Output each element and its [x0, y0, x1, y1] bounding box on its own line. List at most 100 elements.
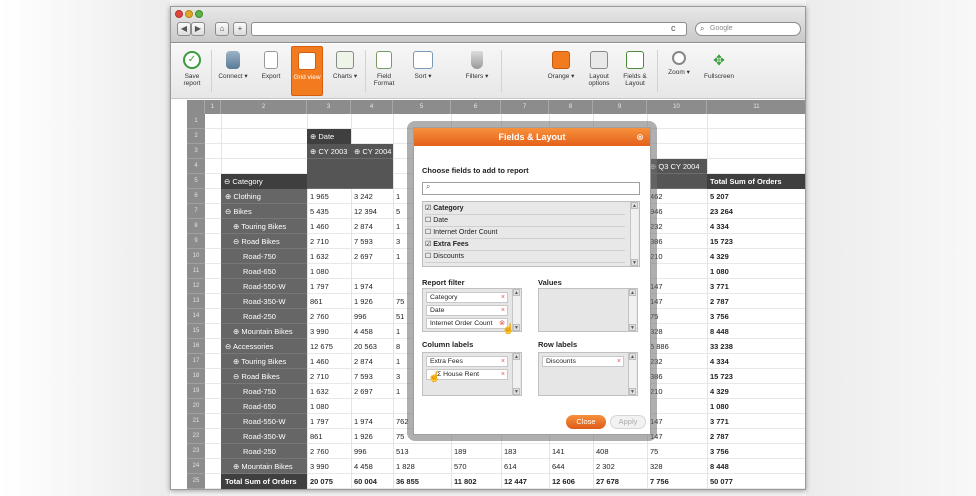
export-button[interactable]: Export: [255, 46, 287, 96]
row-label[interactable]: Road-750: [221, 249, 307, 264]
row-label[interactable]: ⊕ Mountain Bikes: [221, 324, 307, 339]
scrollbar[interactable]: ▲ ▼: [628, 289, 636, 331]
column-header[interactable]: 1: [205, 100, 221, 114]
row-label[interactable]: ⊕ Mountain Bikes: [221, 459, 307, 474]
row-header[interactable]: 5: [187, 174, 205, 189]
scroll-up-icon[interactable]: ▲: [629, 289, 636, 296]
field-item-category[interactable]: ☑ Category: [425, 203, 625, 215]
row-header[interactable]: 18: [187, 369, 205, 384]
scroll-up-icon[interactable]: ▲: [513, 353, 520, 360]
row-header[interactable]: 8: [187, 219, 205, 234]
row-header[interactable]: 21: [187, 414, 205, 429]
row-label[interactable]: ⊕ Clothing: [221, 189, 307, 204]
minimize-window-button[interactable]: [185, 10, 193, 18]
row-header[interactable]: 23: [187, 444, 205, 459]
report-filter-item[interactable]: Category ×: [426, 292, 508, 303]
row-header[interactable]: 16: [187, 339, 205, 354]
row-header[interactable]: 19: [187, 384, 205, 399]
checkbox-category[interactable]: ☑: [425, 205, 431, 212]
field-item-discounts[interactable]: ☐ Discounts: [425, 251, 625, 263]
row-label[interactable]: ⊖ Bikes: [221, 204, 307, 219]
row-header[interactable]: 13: [187, 294, 205, 309]
save-report-button[interactable]: ✓ Save report: [177, 46, 207, 96]
row-label[interactable]: Road-650: [221, 399, 307, 414]
cy2003-header[interactable]: ⊕ CY 2003: [307, 144, 351, 159]
row-label[interactable]: ⊖ Road Bikes: [221, 234, 307, 249]
search-input[interactable]: ⌕ Google: [695, 22, 801, 36]
forward-button[interactable]: ▶: [191, 22, 205, 36]
close-window-button[interactable]: [175, 10, 183, 18]
row-header[interactable]: 14: [187, 309, 205, 324]
row-label[interactable]: Road-650: [221, 264, 307, 279]
row-header[interactable]: 25: [187, 474, 205, 489]
filters-button[interactable]: Filters ▾: [461, 46, 493, 96]
row-header[interactable]: 6: [187, 189, 205, 204]
scroll-up-icon[interactable]: ▲: [513, 289, 520, 296]
scrollbar[interactable]: ▲ ▼: [512, 353, 520, 395]
row-header[interactable]: 17: [187, 354, 205, 369]
apply-button[interactable]: Apply: [610, 415, 646, 429]
checkbox-discounts[interactable]: ☐: [425, 253, 431, 260]
values-zone[interactable]: ▲ ▼: [538, 288, 638, 332]
row-label[interactable]: Road-550-W: [221, 414, 307, 429]
row-header[interactable]: 15: [187, 324, 205, 339]
charts-button[interactable]: Charts ▾: [329, 46, 361, 96]
field-list-scrollbar[interactable]: ▲ ▼: [630, 202, 638, 266]
checkbox-date[interactable]: ☐: [425, 217, 431, 224]
grid-view-button[interactable]: Grid view: [291, 46, 323, 96]
field-search-input[interactable]: ⌕: [422, 182, 640, 195]
column-header[interactable]: 4: [351, 100, 393, 114]
checkbox-extra-fees[interactable]: ☑: [425, 241, 431, 248]
row-header[interactable]: 20: [187, 399, 205, 414]
column-header[interactable]: 7: [501, 100, 549, 114]
remove-icon[interactable]: ×: [501, 357, 505, 367]
field-item-extra-fees[interactable]: ☑ Extra Fees: [425, 239, 625, 251]
row-header[interactable]: 7: [187, 204, 205, 219]
connect-button[interactable]: Connect ▾: [215, 46, 251, 96]
report-filter-item[interactable]: Date ×: [426, 305, 508, 316]
layout-options-button[interactable]: Layout options: [583, 46, 615, 96]
row-header[interactable]: 22: [187, 429, 205, 444]
field-item-internet-order-count[interactable]: ☐ Internet Order Count: [425, 227, 625, 239]
row-header[interactable]: 10: [187, 249, 205, 264]
sort-button[interactable]: Sort ▾: [407, 46, 439, 96]
row-header[interactable]: 2: [187, 129, 205, 144]
column-header[interactable]: 5: [393, 100, 451, 114]
scroll-down-icon[interactable]: ▼: [629, 388, 636, 395]
row-header[interactable]: 4: [187, 159, 205, 174]
close-icon[interactable]: ⊗: [634, 131, 646, 143]
column-header[interactable]: 6: [451, 100, 501, 114]
row-label[interactable]: ⊕ Touring Bikes: [221, 354, 307, 369]
column-header[interactable]: 2: [221, 100, 307, 114]
row-header[interactable]: 3: [187, 144, 205, 159]
url-bar[interactable]: [251, 22, 687, 36]
field-format-button[interactable]: Field Format: [369, 46, 399, 96]
remove-icon[interactable]: ×: [501, 293, 505, 303]
scroll-down-icon[interactable]: ▼: [629, 324, 636, 331]
column-header[interactable]: 9: [593, 100, 647, 114]
scrollbar[interactable]: ▲ ▼: [628, 353, 636, 395]
home-button[interactable]: ⌂: [215, 22, 229, 36]
column-label-item[interactable]: Extra Fees ×: [426, 356, 508, 367]
column-header[interactable]: 10: [647, 100, 707, 114]
column-header[interactable]: 11: [707, 100, 805, 114]
column-header[interactable]: 8: [549, 100, 593, 114]
row-label[interactable]: Road-250: [221, 444, 307, 459]
fullscreen-button[interactable]: ✥ Fullscreen: [701, 46, 737, 96]
row-label[interactable]: ⊖ Accessories: [221, 339, 307, 354]
row-label[interactable]: Road-750: [221, 384, 307, 399]
remove-icon[interactable]: ×: [501, 306, 505, 316]
row-header[interactable]: 12: [187, 279, 205, 294]
row-labels-zone[interactable]: Discounts × ▲ ▼: [538, 352, 638, 396]
scroll-up-icon[interactable]: ▲: [631, 202, 638, 209]
category-field-header[interactable]: ⊖ Category: [221, 174, 307, 189]
fields-layout-button[interactable]: Fields & Layout: [619, 46, 651, 96]
theme-button[interactable]: Orange ▾: [543, 46, 579, 96]
cy2004-header[interactable]: ⊕ CY 2004: [351, 144, 393, 159]
row-label[interactable]: Road-350-W: [221, 294, 307, 309]
row-label-item[interactable]: Discounts ×: [542, 356, 624, 367]
row-header[interactable]: 24: [187, 459, 205, 474]
zoom-button[interactable]: Zoom ▾: [663, 46, 695, 96]
row-label[interactable]: Road-350-W: [221, 429, 307, 444]
field-item-date[interactable]: ☐ Date: [425, 215, 625, 227]
